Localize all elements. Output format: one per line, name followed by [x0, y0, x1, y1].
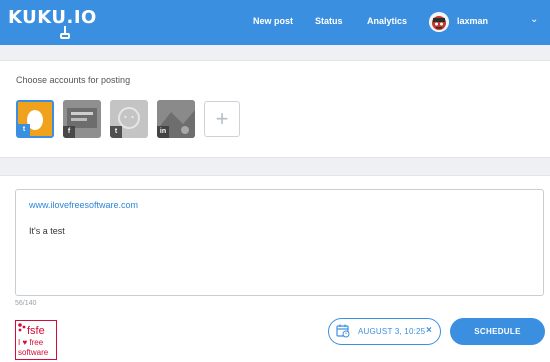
facebook-icon: f: [63, 126, 75, 138]
linkedin-icon: in: [157, 126, 169, 138]
accounts-title: Choose accounts for posting: [16, 75, 131, 85]
account-linkedin[interactable]: in: [157, 100, 195, 138]
nav-new-post[interactable]: New post: [253, 15, 293, 27]
character-counter: 56/140: [15, 300, 37, 307]
account-tumblr[interactable]: t: [110, 100, 148, 138]
user-name[interactable]: laxman: [457, 15, 488, 27]
fsfe-line-3: software: [18, 348, 49, 357]
clear-date-icon[interactable]: ×: [426, 324, 432, 338]
logo-lock-icon: [60, 33, 70, 39]
schedule-button[interactable]: SCHEDULE: [450, 318, 545, 345]
account-twitter[interactable]: t: [16, 100, 54, 138]
calendar-icon: [336, 324, 350, 338]
twitter-icon: t: [18, 124, 30, 136]
fsfe-line-1: fsfe: [27, 325, 45, 337]
user-avatar[interactable]: [429, 12, 449, 32]
tumblr-icon: t: [110, 126, 122, 138]
post-text[interactable]: It's a test: [29, 225, 65, 237]
nav-analytics[interactable]: Analytics: [367, 15, 407, 27]
fsfe-logo: fsfe I ♥ free software: [15, 320, 57, 360]
kuku-logo[interactable]: KUKU.IO: [8, 7, 97, 29]
schedule-date[interactable]: AUGUST 3, 10:25: [358, 326, 425, 337]
fsfe-line-2: I ♥ free: [18, 338, 44, 347]
nav-status[interactable]: Status: [315, 15, 343, 27]
chevron-down-icon[interactable]: ⌄: [530, 13, 538, 27]
add-account-button[interactable]: +: [204, 101, 240, 137]
account-facebook[interactable]: f: [63, 100, 101, 138]
fsfe-logo-icon: fsfe I ♥ free software: [18, 323, 49, 357]
avatar-face-icon: [429, 12, 449, 32]
post-link[interactable]: www.ilovefreesoftware.com: [29, 199, 138, 211]
